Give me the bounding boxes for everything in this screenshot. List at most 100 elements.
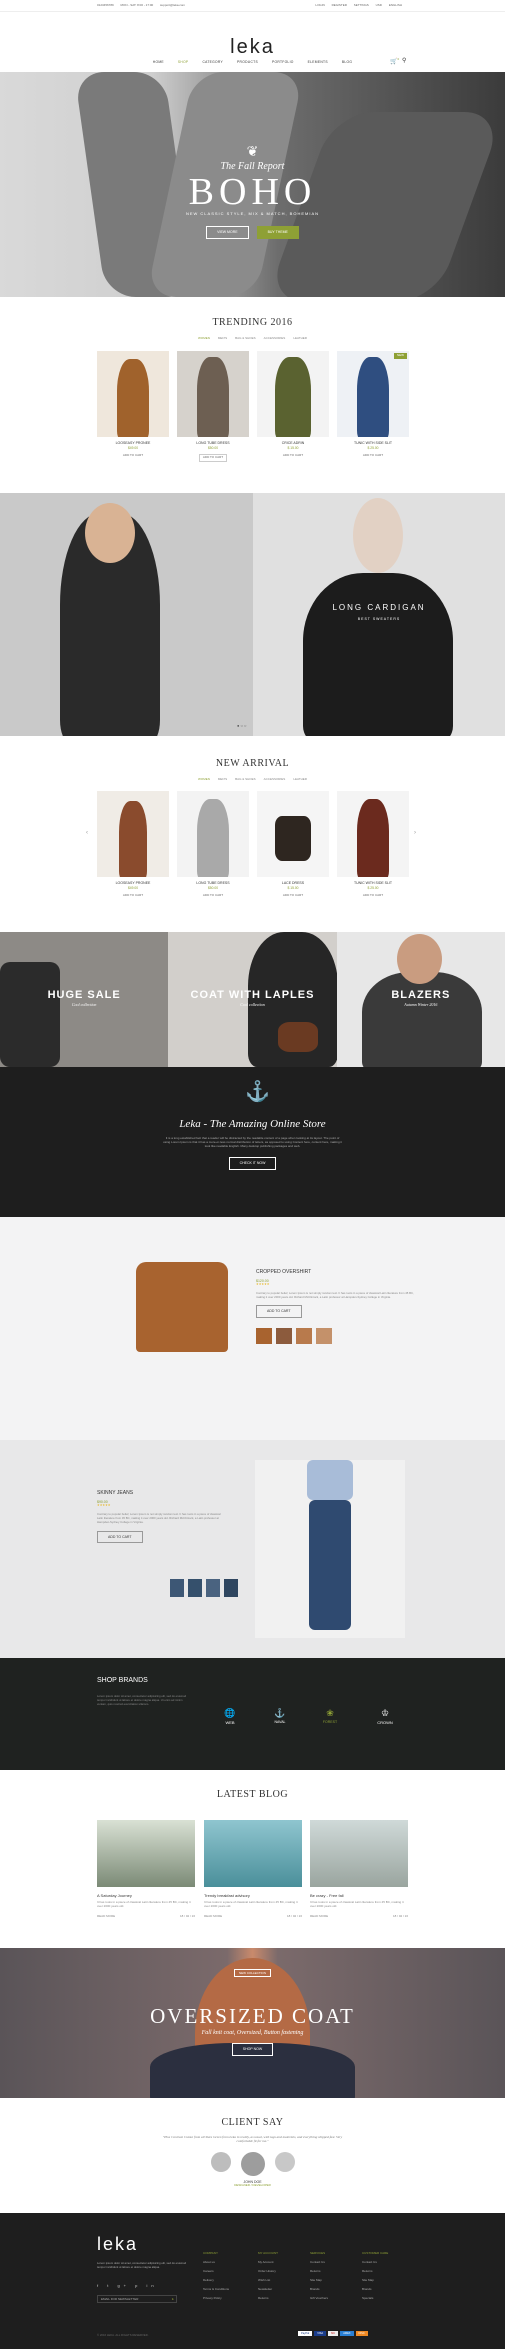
thumbnail[interactable]	[296, 1327, 312, 1344]
login-link[interactable]: LOGIN	[315, 3, 324, 7]
footer-link[interactable]: Returns	[258, 2296, 269, 2300]
product-image[interactable]	[177, 351, 249, 437]
hero-slider[interactable]: ❦ The Fall Report BOHO NEW CLASSIC STYLE…	[0, 72, 505, 297]
promo-blazers[interactable]: BLAZERS Autumn Winter 2016	[336, 932, 505, 1067]
blog-image[interactable]	[310, 1820, 408, 1887]
tab-mens[interactable]: MEN'S	[218, 777, 227, 782]
add-to-cart-button[interactable]: ADD TO CART	[97, 1530, 143, 1544]
footer-link[interactable]: Privacy Policy	[203, 2296, 222, 2300]
footer-link[interactable]: Order History	[258, 2269, 276, 2273]
nav-portfolio[interactable]: PORTFOLIO	[272, 60, 294, 64]
product-card[interactable]: NEW TUNIC WITH SIDE SLIT $ 25.00 ADD TO …	[337, 351, 409, 462]
blog-post-title[interactable]: Be crazy - Free fall	[310, 1893, 408, 1898]
footer-link[interactable]: Wish List	[258, 2278, 270, 2282]
product-image[interactable]	[337, 791, 409, 877]
next-arrow-icon[interactable]: ›	[414, 830, 416, 838]
footer-link[interactable]: Returns	[362, 2269, 373, 2273]
blog-card[interactable]: A Saturday Journey It has roots in a pie…	[97, 1820, 195, 1919]
blog-card[interactable]: Be crazy - Free fall It has roots in a p…	[310, 1820, 408, 1919]
thumbnail[interactable]	[170, 1579, 184, 1597]
read-more-link[interactable]: READ MORE	[310, 1914, 328, 1919]
nav-home[interactable]: HOME	[153, 60, 164, 64]
check-it-now-button[interactable]: CHECK IT NOW	[228, 1156, 277, 1170]
avatar[interactable]	[210, 2151, 231, 2172]
site-logo[interactable]: leka	[0, 34, 505, 60]
jeans-image[interactable]	[255, 1460, 405, 1638]
newsletter-input[interactable]: EMAIL FOR NEWSLETTER ➤	[97, 2295, 177, 2303]
product-card[interactable]: LOOSEASY PRONEE $49.00 ADD TO CART	[97, 351, 169, 462]
footer-link[interactable]: Brands	[362, 2287, 372, 2291]
register-link[interactable]: REGISTER	[332, 3, 347, 7]
footer-link[interactable]: Specials	[362, 2296, 373, 2300]
brand-logo-forest[interactable]: ❀ FOREST	[315, 1708, 345, 1724]
footer-link[interactable]: Newsletter	[258, 2287, 272, 2291]
promo-coat[interactable]: COAT WITH LAPLES Cool collection	[168, 932, 337, 1067]
tab-women[interactable]: WOMEN	[198, 777, 210, 782]
cardigan-banner[interactable]: LONG CARDIGAN BEST SWEATERS ● ○ ○	[0, 493, 505, 736]
language-select[interactable]: ENGLISH	[389, 3, 402, 7]
add-to-cart-link[interactable]: ADD TO CART	[198, 453, 228, 462]
product-image[interactable]	[97, 791, 169, 877]
footer-link[interactable]: Careers	[203, 2269, 214, 2273]
email-link[interactable]: support@leka.com	[160, 3, 185, 7]
product-card[interactable]: TUNIC WITH SIDE SLIT $ 25.00 ADD TO CART	[337, 791, 409, 898]
send-icon[interactable]: ➤	[171, 2296, 174, 2303]
footer-logo[interactable]: leka	[97, 2233, 138, 2256]
product-image[interactable]: NEW	[337, 351, 409, 437]
product-card[interactable]: LONG TUBE DRESS $50.00 ADD TO CART	[177, 351, 249, 462]
add-to-cart-link[interactable]: ADD TO CART	[257, 893, 329, 898]
blog-post-title[interactable]: Trendy breakfast advisory	[204, 1893, 302, 1898]
blog-card[interactable]: Trendy breakfast advisory It has roots i…	[204, 1820, 302, 1919]
blog-image[interactable]	[204, 1820, 302, 1887]
read-more-link[interactable]: READ MORE	[204, 1914, 222, 1919]
footer-link[interactable]: My Account	[258, 2260, 274, 2264]
hero-buy-button[interactable]: BUY THEME	[256, 226, 299, 239]
tab-leather[interactable]: LEATHER	[293, 336, 307, 341]
product-card[interactable]: LACE DRESS $ 15.00 ADD TO CART	[257, 791, 329, 898]
product-card[interactable]: LONG TUBE DRESS $50.00 ADD TO CART	[177, 791, 249, 898]
footer-link[interactable]: Brands	[310, 2287, 320, 2291]
footer-link[interactable]: Delivery	[203, 2278, 214, 2282]
nav-products[interactable]: PRODUCTS	[237, 60, 258, 64]
promo-huge-sale[interactable]: HUGE SALE Cool collection	[0, 932, 169, 1067]
slider-dots[interactable]: ● ○ ○	[237, 723, 246, 728]
hero-view-more-button[interactable]: VIEW MORE	[206, 226, 249, 239]
add-to-cart-button[interactable]: ADD TO CART	[256, 1305, 302, 1318]
add-to-cart-link[interactable]: ADD TO CART	[337, 453, 409, 458]
footer-link[interactable]: Terms & Conditions	[203, 2287, 229, 2291]
oversized-coat-banner[interactable]: NEW COLLECTION OVERSIZED COAT Fall knit …	[0, 1948, 505, 2098]
shop-now-button[interactable]: SHOP NOW	[231, 2043, 274, 2056]
nav-category[interactable]: CATEGORY	[202, 60, 223, 64]
thumbnail[interactable]	[276, 1327, 292, 1344]
product-image[interactable]	[97, 351, 169, 437]
add-to-cart-link[interactable]: ADD TO CART	[337, 893, 409, 898]
social-icons[interactable]: f t g+ p in	[97, 2283, 158, 2288]
tab-mens[interactable]: MEN'S	[218, 336, 227, 341]
add-to-cart-link[interactable]: ADD TO CART	[97, 893, 169, 898]
brand-logo-web[interactable]: 🌐 WEB	[215, 1708, 245, 1725]
thumbnail[interactable]	[316, 1327, 332, 1344]
nav-shop[interactable]: SHOP	[178, 60, 189, 64]
prev-arrow-icon[interactable]: ‹	[86, 830, 88, 838]
settings-link[interactable]: SETTINGS	[354, 3, 369, 7]
product-card[interactable]: CRICE ADRIN $ 15.00 ADD TO CART	[257, 351, 329, 462]
tab-bag-shoes[interactable]: BAG & SHOES	[235, 777, 256, 782]
footer-link[interactable]: Returns	[310, 2269, 321, 2273]
currency-select[interactable]: USD	[376, 3, 382, 7]
footer-link[interactable]: Contact Us	[310, 2260, 325, 2264]
brand-logo-naval[interactable]: ⚓ NAVAL	[265, 1708, 295, 1724]
thumbnail[interactable]	[188, 1579, 202, 1597]
brand-logo-crown[interactable]: ♔ CROWN	[368, 1708, 402, 1725]
tab-bag-shoes[interactable]: BAG & SHOES	[235, 336, 256, 341]
avatar[interactable]	[240, 2151, 265, 2176]
avatar[interactable]	[274, 2151, 295, 2172]
product-card[interactable]: LOOSEASY PRONEE $49.00 ADD TO CART	[97, 791, 169, 898]
blog-post-title[interactable]: A Saturday Journey	[97, 1893, 195, 1898]
footer-link[interactable]: Contact Us	[362, 2260, 377, 2264]
read-more-link[interactable]: READ MORE	[97, 1914, 115, 1919]
nav-blog[interactable]: BLOG	[342, 60, 352, 64]
add-to-cart-link[interactable]: ADD TO CART	[97, 453, 169, 458]
add-to-cart-link[interactable]: ADD TO CART	[177, 893, 249, 898]
nav-elements[interactable]: ELEMENTS	[308, 60, 328, 64]
tab-accessories[interactable]: ACCESSORIES	[264, 777, 286, 782]
